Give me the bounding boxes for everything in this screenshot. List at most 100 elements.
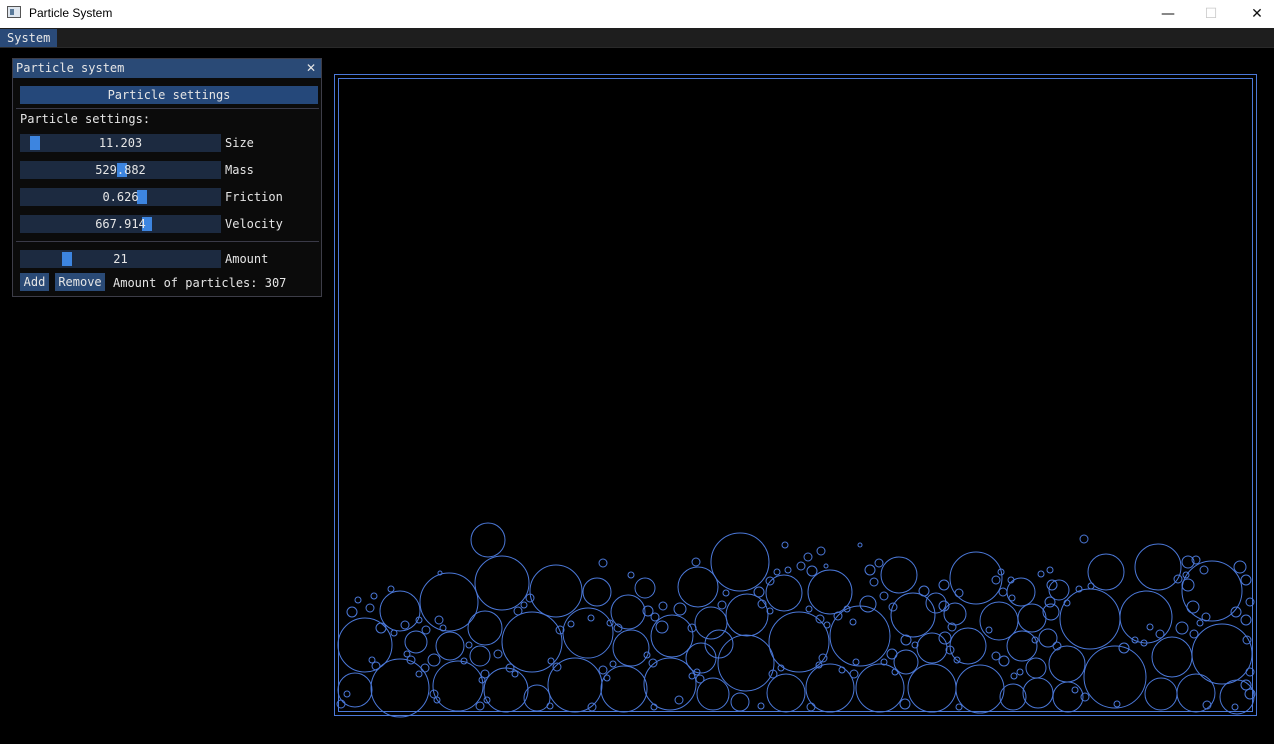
particle: [1031, 636, 1039, 644]
particle: [370, 592, 378, 600]
particle: [890, 592, 936, 638]
menu-system[interactable]: System: [0, 29, 58, 47]
particle: [1006, 577, 1036, 607]
particle: [1182, 571, 1190, 579]
particle: [346, 606, 358, 618]
particle: [1063, 599, 1071, 607]
panel-close-icon[interactable]: ✕: [303, 60, 319, 76]
particle: [945, 645, 955, 655]
velocity-slider[interactable]: 667.914: [20, 215, 221, 233]
app-icon: [7, 6, 21, 18]
particle: [1240, 679, 1252, 691]
maximize-button[interactable]: ☐: [1188, 0, 1234, 28]
particle: [1044, 596, 1056, 608]
particle: [893, 649, 919, 675]
particle: [1201, 612, 1211, 622]
particle: [552, 662, 562, 672]
friction-slider[interactable]: 0.626: [20, 188, 221, 206]
close-window-button[interactable]: ✕: [1234, 0, 1274, 28]
divider: [16, 108, 319, 109]
particle: [753, 586, 765, 598]
window-title: Particle System: [29, 6, 113, 20]
particle: [511, 670, 519, 678]
particle: [598, 665, 608, 675]
particle: [979, 601, 1019, 641]
amount-value: 21: [113, 252, 128, 266]
particle: [766, 607, 774, 615]
particle: [955, 664, 1005, 714]
particle: [390, 629, 398, 637]
mass-slider[interactable]: 529.882: [20, 161, 221, 179]
particle: [469, 645, 491, 667]
particle: [1046, 579, 1058, 591]
particle: [1087, 553, 1125, 591]
particle: [368, 656, 376, 664]
particle: [1230, 606, 1242, 618]
particle: [567, 620, 575, 628]
particle: [1048, 645, 1086, 683]
size-slider-grab[interactable]: [30, 136, 40, 150]
particle: [891, 668, 899, 676]
particle: [1242, 635, 1252, 645]
particle: [480, 669, 490, 679]
particle: [478, 676, 486, 684]
particle: [379, 590, 421, 632]
particle: [483, 696, 491, 704]
particle: [547, 657, 603, 713]
amount-slider[interactable]: 21: [20, 250, 221, 268]
particle: [1037, 570, 1045, 578]
particle: [650, 614, 694, 658]
particle: [710, 532, 770, 592]
particle: [404, 630, 428, 654]
particle: [815, 614, 825, 624]
particle: [1189, 629, 1199, 639]
particle: [612, 629, 650, 667]
particle: [1191, 555, 1201, 565]
particle-settings-header[interactable]: Particle settings: [20, 86, 318, 104]
particle: [953, 656, 961, 664]
particle: [1240, 574, 1252, 586]
particle: [610, 594, 646, 630]
particle: [849, 669, 859, 679]
particle: [998, 587, 1008, 597]
particle: [1083, 645, 1147, 709]
mass-value: 529.882: [95, 163, 146, 177]
particle: [470, 522, 506, 558]
particle: [1181, 555, 1195, 569]
container-inner-border: [338, 78, 1253, 712]
particle: [722, 589, 730, 597]
particle: [991, 651, 1001, 661]
particle: [1079, 534, 1089, 544]
particle-count-text: Amount of particles: 307: [113, 276, 287, 290]
size-slider[interactable]: 11.203: [20, 134, 221, 152]
particle: [688, 672, 696, 680]
particle: [1131, 636, 1139, 644]
particle: [415, 670, 423, 678]
particle: [1006, 630, 1038, 662]
particle: [816, 546, 826, 556]
panel-title-bar[interactable]: Particle system ✕: [13, 59, 321, 78]
particle: [1080, 692, 1090, 702]
add-button[interactable]: Add: [20, 273, 49, 291]
section-label: Particle settings:: [20, 112, 151, 126]
particle: [777, 664, 785, 672]
particle: [899, 698, 911, 710]
particle: [343, 690, 351, 698]
particle: [803, 552, 813, 562]
particle: [609, 660, 617, 668]
particle: [415, 616, 423, 624]
minimize-button[interactable]: —: [1145, 0, 1191, 28]
particle: [371, 661, 381, 671]
particle: [420, 663, 430, 673]
particle: [685, 642, 717, 674]
amount-slider-grab[interactable]: [62, 252, 72, 266]
particle: [435, 631, 465, 661]
particle: [1025, 657, 1047, 679]
particle: [434, 615, 444, 625]
particle: [879, 591, 889, 601]
particle: [991, 575, 1001, 585]
particle: [695, 674, 705, 684]
particle: [643, 651, 651, 659]
remove-button[interactable]: Remove: [55, 273, 105, 291]
particle: [833, 611, 843, 621]
